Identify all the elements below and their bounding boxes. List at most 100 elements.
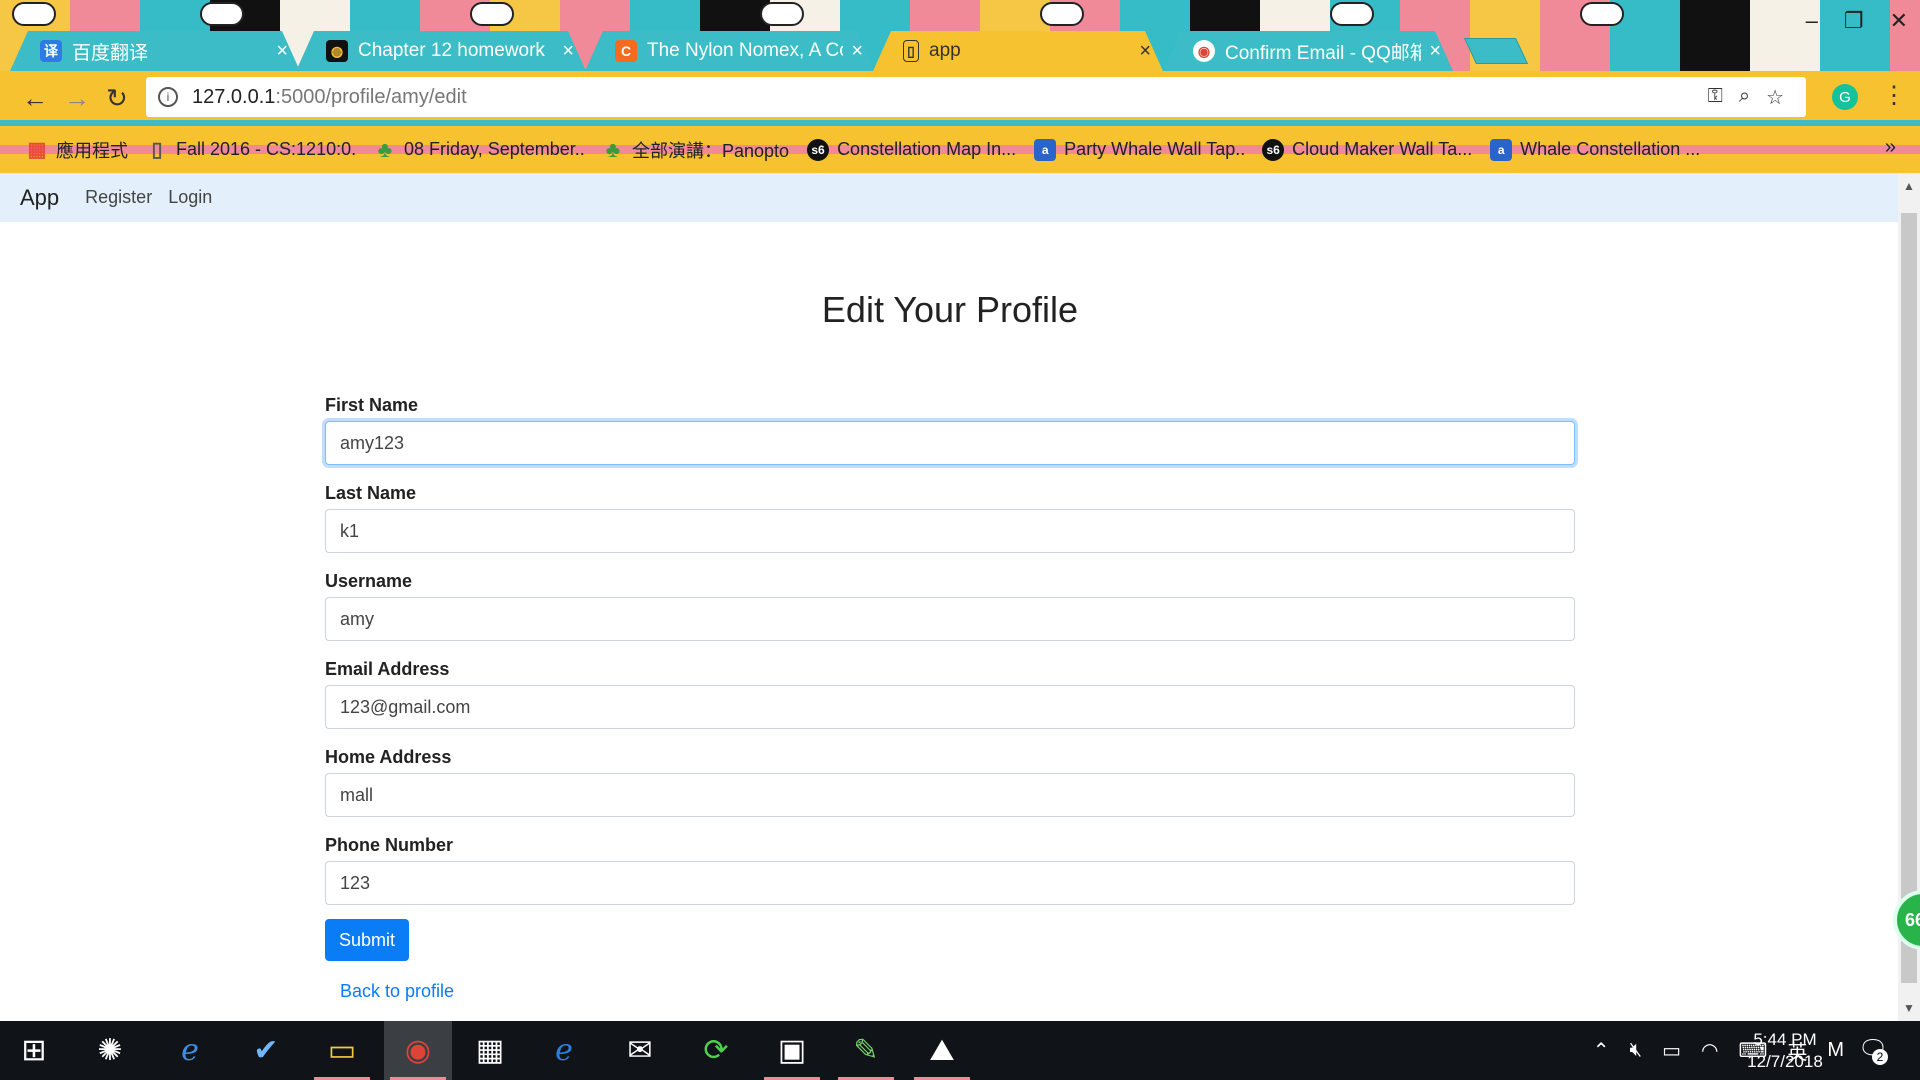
restore-icon[interactable]: ❐ — [1844, 8, 1864, 34]
menu-dots-icon[interactable]: ⋮ — [1882, 81, 1906, 110]
chevron-up-icon[interactable]: ⌃ — [1593, 1038, 1610, 1063]
chrome-taskbar-icon[interactable]: ◉ — [384, 1021, 452, 1080]
wifi-icon[interactable]: ◠ — [1701, 1038, 1718, 1063]
bookmark-item[interactable]: s6 Cloud Maker Wall Ta... — [1262, 138, 1472, 161]
action-center-icon[interactable]: 🗨︎ 2 — [1858, 1035, 1888, 1065]
first-name-label: First Name — [325, 395, 419, 415]
email-input[interactable] — [325, 685, 1575, 729]
scroll-down-icon[interactable]: ▼ — [1903, 1001, 1915, 1015]
browser-tab[interactable]: 译 百度翻译 × — [10, 31, 300, 71]
phone-number-label: Phone Number — [325, 835, 454, 855]
bookmark-item[interactable]: ♣ 08 Friday, September... — [374, 139, 584, 161]
clock-date: 12/7/2018 — [1747, 1052, 1823, 1071]
battery-icon[interactable]: ▭ — [1662, 1038, 1681, 1063]
address-bar[interactable]: i 127.0.0.1:5000/profile/amy/edit ⚿ ⌕ ☆ — [146, 77, 1806, 117]
file-explorer-icon[interactable]: ▭ — [308, 1021, 376, 1080]
username-input[interactable] — [325, 597, 1575, 641]
tab-close-icon[interactable]: × — [276, 40, 288, 63]
bookmark-item[interactable]: ▦ 應用程式 — [26, 137, 128, 163]
minimize-icon[interactable]: – — [1806, 8, 1818, 34]
apps-grid-icon: ▦ — [27, 139, 47, 161]
browser-tab[interactable]: ◍ Chapter 12 homework × — [296, 31, 586, 71]
browser-tab[interactable]: C The Nylon Nomex, A Con × — [585, 31, 875, 71]
tab-close-icon[interactable]: × — [1139, 40, 1151, 63]
pinwheel-app-icon[interactable]: ✺ — [76, 1021, 144, 1080]
bookmark-label: Fall 2016 - CS:1210:0... — [176, 139, 356, 159]
page-icon: ▯ — [903, 40, 919, 62]
form-group-last-name: Last Name — [325, 483, 1575, 553]
bookmark-item[interactable]: s6 Constellation Map In... — [807, 138, 1017, 161]
home-address-input[interactable] — [325, 773, 1575, 817]
bookmark-item[interactable]: a Whale Constellation ... — [1490, 138, 1700, 161]
edge-icon[interactable]: ℯ — [530, 1021, 598, 1080]
task-app-icon[interactable]: ✔ — [232, 1021, 300, 1080]
scrollbar-thumb[interactable] — [1901, 213, 1917, 983]
grammarly-extension-icon[interactable]: G — [1832, 84, 1858, 110]
theme-cloud-decoration — [1040, 2, 1084, 26]
form-group-username: Username — [325, 571, 1575, 641]
command-prompt-icon[interactable]: ▣ — [758, 1021, 826, 1080]
tab-close-icon[interactable]: × — [851, 40, 863, 63]
amazon-icon: a — [1490, 138, 1513, 161]
form-group-home-address: Home Address — [325, 747, 1575, 817]
tab-close-icon[interactable]: × — [562, 40, 574, 63]
translate-icon: 译 — [40, 40, 62, 62]
username-label: Username — [325, 571, 413, 591]
submit-button[interactable]: Submit — [325, 919, 410, 961]
back-to-profile-link[interactable]: Back to profile — [340, 981, 454, 1002]
home-address-label: Home Address — [325, 747, 452, 767]
browser-tab[interactable]: ◉ Confirm Email - QQ邮箱 × — [1163, 31, 1453, 71]
c-logo-icon: C — [615, 40, 637, 62]
bookmark-label: Party Whale Wall Tap... — [1064, 139, 1245, 159]
chrome-icon: ◉ — [1193, 40, 1215, 62]
windows-start-icon[interactable]: ⊞ — [0, 1021, 68, 1080]
refresh-app-icon[interactable]: ⟳ — [682, 1021, 750, 1080]
bookmarks-bar: ▦ 應用程式 ▯ Fall 2016 - CS:1210:0... ♣ 08 Frid… — [0, 126, 1920, 173]
key-icon[interactable]: ⚿ — [1708, 85, 1723, 110]
theme-cloud-decoration — [760, 2, 804, 26]
zoom-icon[interactable]: ⌕ — [1739, 85, 1750, 110]
taskbar-clock[interactable]: 5:44 PM 12/7/2018 — [1730, 1029, 1840, 1073]
browser-chrome: – ❐ ✕ 译 百度翻译 × ◍ Chapter 12 homework × C… — [0, 0, 1920, 173]
volume-muted-icon[interactable]: 🔇︎ — [1629, 1039, 1642, 1062]
browser-tab-active[interactable]: ▯ app × — [873, 31, 1163, 71]
back-arrow-icon[interactable]: ← — [22, 83, 48, 114]
phone-number-input[interactable] — [325, 861, 1575, 905]
form-group-email: Email Address — [325, 659, 1575, 729]
nav-link-login[interactable]: Login — [168, 187, 212, 208]
tab-close-icon[interactable]: × — [1429, 40, 1441, 63]
nav-link-register[interactable]: Register — [85, 187, 152, 208]
url-host: 127.0.0.1 — [192, 85, 276, 108]
forward-arrow-icon[interactable]: → — [64, 83, 90, 114]
star-icon[interactable]: ☆ — [1766, 85, 1784, 110]
s6-icon: s6 — [807, 138, 830, 161]
tab-title: The Nylon Nomex, A Con — [647, 40, 844, 61]
reload-icon[interactable]: ↻ — [106, 83, 128, 114]
close-window-icon[interactable]: ✕ — [1890, 8, 1908, 34]
bookmark-label: Constellation Map In... — [837, 139, 1017, 159]
document-icon: ▯ — [151, 139, 163, 161]
amazon-icon: a — [1034, 138, 1057, 161]
store-icon[interactable]: ▦ — [456, 1021, 524, 1080]
page-title: Edit Your Profile — [821, 289, 1079, 330]
last-name-label: Last Name — [325, 483, 417, 503]
first-name-input[interactable] — [325, 421, 1575, 465]
page-content: App Register Login Edit Your Profile Fir… — [0, 173, 1898, 1021]
s6-icon: s6 — [1262, 138, 1285, 161]
notepad-app-icon[interactable]: ✎ — [832, 1021, 900, 1080]
bookmark-item[interactable]: a Party Whale Wall Tap... — [1034, 138, 1245, 161]
info-icon[interactable]: i — [158, 87, 178, 107]
bookmark-item[interactable]: ▯ Fall 2016 - CS:1210:0... — [146, 139, 356, 161]
photos-icon[interactable]: ⛰ — [908, 1021, 976, 1080]
last-name-input[interactable] — [325, 509, 1575, 553]
tab-strip: – ❐ ✕ 译 百度翻译 × ◍ Chapter 12 homework × C… — [0, 0, 1920, 71]
navbar-brand[interactable]: App — [20, 185, 59, 211]
bookmarks-overflow-icon[interactable]: » — [1885, 136, 1896, 159]
new-tab-button[interactable] — [1463, 38, 1529, 64]
scroll-up-icon[interactable]: ▲ — [1903, 179, 1915, 193]
tab-title: 百度翻译 — [72, 42, 149, 64]
bookmark-item[interactable]: ♣ 全部演講：Panopto — [602, 137, 789, 163]
tab-title: app — [929, 40, 961, 61]
mail-icon[interactable]: ✉ — [606, 1021, 674, 1080]
internet-explorer-icon[interactable]: ℯ — [156, 1021, 224, 1080]
